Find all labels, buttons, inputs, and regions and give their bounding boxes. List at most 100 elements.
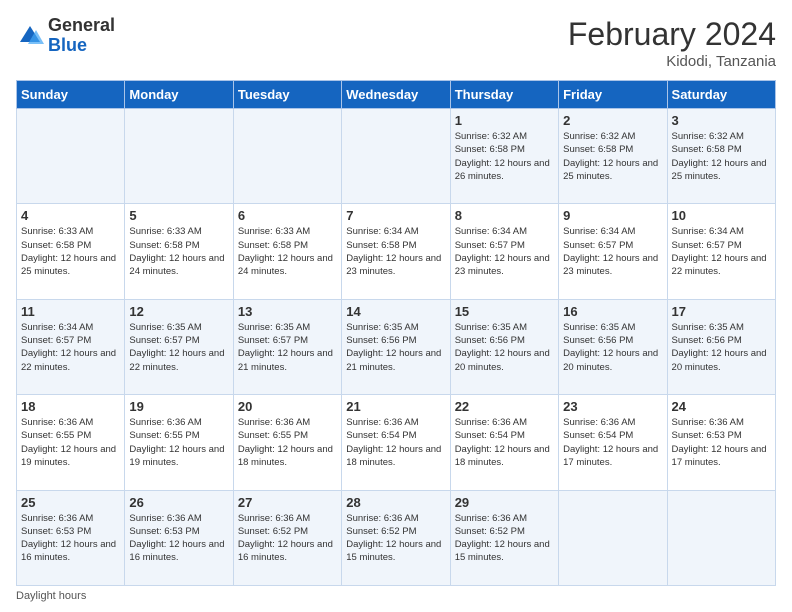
day-number: 3 [672, 113, 771, 128]
calendar-body: 1 Sunrise: 6:32 AM Sunset: 6:58 PM Daylig… [17, 109, 776, 586]
day-info: Sunrise: 6:36 AM Sunset: 6:53 PM Dayligh… [21, 512, 120, 565]
calendar-cell [233, 109, 341, 204]
day-header-monday: Monday [125, 81, 233, 109]
day-number: 29 [455, 495, 554, 510]
day-number: 16 [563, 304, 662, 319]
day-number: 24 [672, 399, 771, 414]
day-info: Sunrise: 6:34 AM Sunset: 6:57 PM Dayligh… [672, 225, 771, 278]
calendar-cell: 24 Sunrise: 6:36 AM Sunset: 6:53 PM Dayli… [667, 395, 775, 490]
day-info: Sunrise: 6:35 AM Sunset: 6:57 PM Dayligh… [129, 321, 228, 374]
calendar-cell: 14 Sunrise: 6:35 AM Sunset: 6:56 PM Dayli… [342, 299, 450, 394]
month-year: February 2024 [568, 16, 776, 53]
calendar-cell: 4 Sunrise: 6:33 AM Sunset: 6:58 PM Daylig… [17, 204, 125, 299]
calendar-cell: 2Sunrise: 6:32 AM Sunset: 6:58 PM Daylig… [559, 109, 667, 204]
calendar-cell: 26 Sunrise: 6:36 AM Sunset: 6:53 PM Dayli… [125, 490, 233, 585]
calendar-table: SundayMondayTuesdayWednesdayThursdayFrid… [16, 80, 776, 586]
calendar-cell: 21 Sunrise: 6:36 AM Sunset: 6:54 PM Dayli… [342, 395, 450, 490]
calendar-cell [559, 490, 667, 585]
day-number: 27 [238, 495, 337, 510]
day-info: Sunrise: 6:35 AM Sunset: 6:57 PM Dayligh… [238, 321, 337, 374]
day-number: 21 [346, 399, 445, 414]
day-number: 6 [238, 208, 337, 223]
title-block: February 2024 Kidodi, Tanzania [568, 16, 776, 70]
calendar-cell: 18Sunrise: 6:36 AM Sunset: 6:55 PM Dayli… [17, 395, 125, 490]
calendar-cell [667, 490, 775, 585]
logo-text: General Blue [48, 16, 115, 56]
calendar-header: SundayMondayTuesdayWednesdayThursdayFrid… [17, 81, 776, 109]
day-info: Sunrise: 6:33 AM Sunset: 6:58 PM Dayligh… [238, 225, 337, 278]
calendar-cell: 13Sunrise: 6:35 AM Sunset: 6:57 PM Dayli… [233, 299, 341, 394]
day-number: 17 [672, 304, 771, 319]
day-info: Sunrise: 6:35 AM Sunset: 6:56 PM Dayligh… [346, 321, 445, 374]
day-info: Sunrise: 6:35 AM Sunset: 6:56 PM Dayligh… [455, 321, 554, 374]
calendar-cell: 25 Sunrise: 6:36 AM Sunset: 6:53 PM Dayli… [17, 490, 125, 585]
day-info: Sunrise: 6:36 AM Sunset: 6:52 PM Dayligh… [346, 512, 445, 565]
day-info: Sunrise: 6:34 AM Sunset: 6:57 PM Dayligh… [21, 321, 120, 374]
day-number: 9 [563, 208, 662, 223]
day-header-tuesday: Tuesday [233, 81, 341, 109]
week-row-0: 1 Sunrise: 6:32 AM Sunset: 6:58 PM Daylig… [17, 109, 776, 204]
day-number: 1 [455, 113, 554, 128]
day-header-wednesday: Wednesday [342, 81, 450, 109]
day-number: 11 [21, 304, 120, 319]
page: General Blue February 2024 Kidodi, Tanza… [0, 0, 792, 612]
day-info: Sunrise: 6:35 AM Sunset: 6:56 PM Dayligh… [563, 321, 662, 374]
day-info: Sunrise: 6:36 AM Sunset: 6:54 PM Dayligh… [455, 416, 554, 469]
calendar-cell [125, 109, 233, 204]
calendar-cell: 27 Sunrise: 6:36 AM Sunset: 6:52 PM Dayli… [233, 490, 341, 585]
calendar-cell: 12 Sunrise: 6:35 AM Sunset: 6:57 PM Dayli… [125, 299, 233, 394]
calendar-cell: 6 Sunrise: 6:33 AM Sunset: 6:58 PM Daylig… [233, 204, 341, 299]
day-info: Sunrise: 6:36 AM Sunset: 6:53 PM Dayligh… [129, 512, 228, 565]
calendar-cell: 9 Sunrise: 6:34 AM Sunset: 6:57 PM Daylig… [559, 204, 667, 299]
logo: General Blue [16, 16, 115, 56]
day-number: 26 [129, 495, 228, 510]
day-info: Sunrise: 6:34 AM Sunset: 6:57 PM Dayligh… [563, 225, 662, 278]
header: General Blue February 2024 Kidodi, Tanza… [16, 16, 776, 70]
day-info: Sunrise: 6:36 AM Sunset: 6:54 PM Dayligh… [563, 416, 662, 469]
calendar-cell: 10Sunrise: 6:34 AM Sunset: 6:57 PM Dayli… [667, 204, 775, 299]
calendar-cell: 1 Sunrise: 6:32 AM Sunset: 6:58 PM Daylig… [450, 109, 558, 204]
calendar-cell: 15 Sunrise: 6:35 AM Sunset: 6:56 PM Dayli… [450, 299, 558, 394]
day-number: 5 [129, 208, 228, 223]
calendar-cell: 5 Sunrise: 6:33 AM Sunset: 6:58 PM Daylig… [125, 204, 233, 299]
calendar-cell: 23 Sunrise: 6:36 AM Sunset: 6:54 PM Dayli… [559, 395, 667, 490]
day-info: Sunrise: 6:36 AM Sunset: 6:55 PM Dayligh… [129, 416, 228, 469]
day-info: Sunrise: 6:34 AM Sunset: 6:58 PM Dayligh… [346, 225, 445, 278]
day-number: 14 [346, 304, 445, 319]
day-number: 12 [129, 304, 228, 319]
day-info: Sunrise: 6:36 AM Sunset: 6:53 PM Dayligh… [672, 416, 771, 469]
day-number: 19 [129, 399, 228, 414]
calendar-cell: 28Sunrise: 6:36 AM Sunset: 6:52 PM Dayli… [342, 490, 450, 585]
day-number: 22 [455, 399, 554, 414]
day-number: 8 [455, 208, 554, 223]
day-info: Sunrise: 6:33 AM Sunset: 6:58 PM Dayligh… [129, 225, 228, 278]
day-number: 7 [346, 208, 445, 223]
footer-note: Daylight hours [16, 590, 776, 602]
day-info: Sunrise: 6:32 AM Sunset: 6:58 PM Dayligh… [672, 130, 771, 183]
week-row-4: 25 Sunrise: 6:36 AM Sunset: 6:53 PM Dayli… [17, 490, 776, 585]
location: Kidodi, Tanzania [568, 53, 776, 70]
calendar-cell: 19 Sunrise: 6:36 AM Sunset: 6:55 PM Dayli… [125, 395, 233, 490]
day-number: 15 [455, 304, 554, 319]
day-info: Sunrise: 6:34 AM Sunset: 6:57 PM Dayligh… [455, 225, 554, 278]
day-number: 4 [21, 208, 120, 223]
calendar-cell: 20Sunrise: 6:36 AM Sunset: 6:55 PM Dayli… [233, 395, 341, 490]
calendar-cell [17, 109, 125, 204]
day-number: 23 [563, 399, 662, 414]
day-header-saturday: Saturday [667, 81, 775, 109]
week-row-1: 4 Sunrise: 6:33 AM Sunset: 6:58 PM Daylig… [17, 204, 776, 299]
week-row-2: 11 Sunrise: 6:34 AM Sunset: 6:57 PM Dayli… [17, 299, 776, 394]
calendar-cell: 22 Sunrise: 6:36 AM Sunset: 6:54 PM Dayli… [450, 395, 558, 490]
day-info: Sunrise: 6:32 AM Sunset: 6:58 PM Dayligh… [563, 130, 662, 183]
day-number: 20 [238, 399, 337, 414]
logo-icon [16, 22, 44, 50]
day-info: Sunrise: 6:36 AM Sunset: 6:54 PM Dayligh… [346, 416, 445, 469]
day-number: 25 [21, 495, 120, 510]
calendar-cell: 11 Sunrise: 6:34 AM Sunset: 6:57 PM Dayli… [17, 299, 125, 394]
day-header-friday: Friday [559, 81, 667, 109]
day-info: Sunrise: 6:36 AM Sunset: 6:52 PM Dayligh… [238, 512, 337, 565]
day-info: Sunrise: 6:33 AM Sunset: 6:58 PM Dayligh… [21, 225, 120, 278]
day-number: 18 [21, 399, 120, 414]
calendar-cell: 29Sunrise: 6:36 AM Sunset: 6:52 PM Dayli… [450, 490, 558, 585]
day-info: Sunrise: 6:32 AM Sunset: 6:58 PM Dayligh… [455, 130, 554, 183]
